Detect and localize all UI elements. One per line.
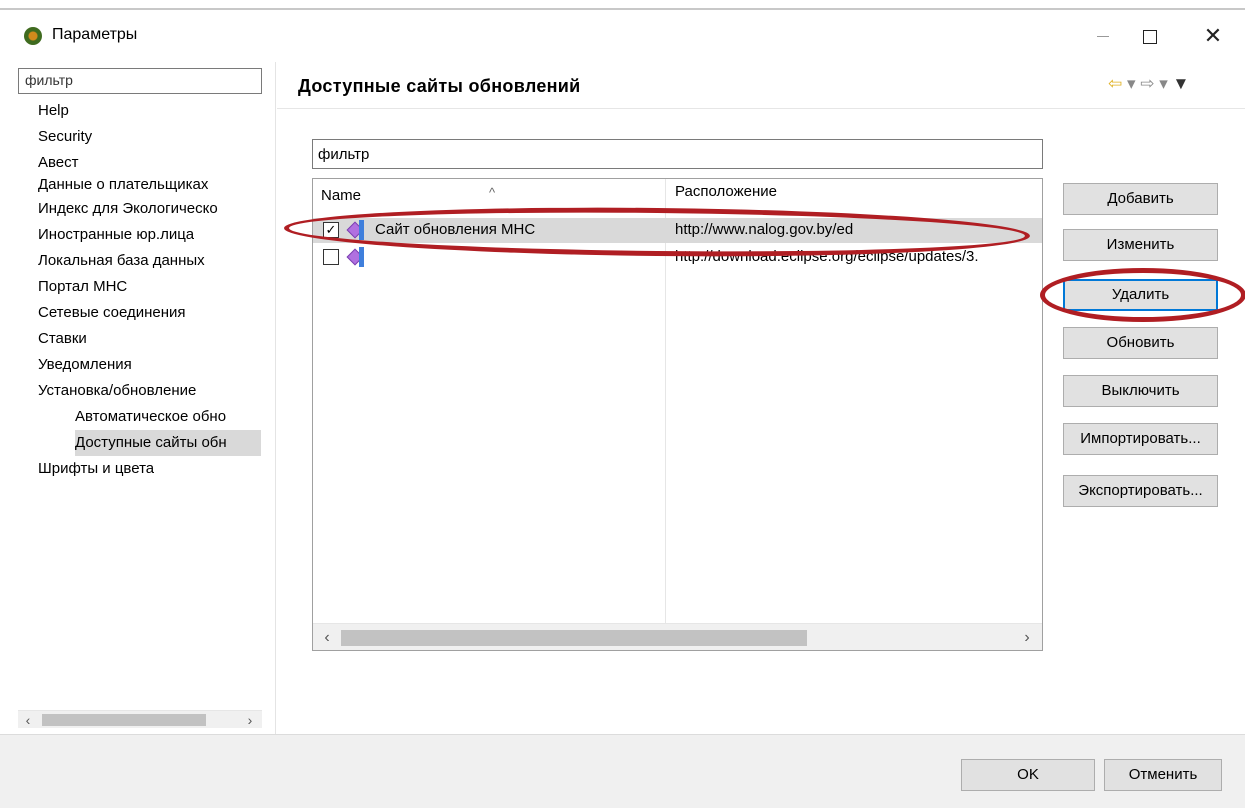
title-bar: Параметры ✕ xyxy=(0,10,1245,62)
site-location-cell: http://download.eclipse.org/eclipse/upda… xyxy=(675,248,979,265)
tree-item[interactable]: Автоматическое обно xyxy=(75,404,261,430)
forward-dropdown-icon[interactable]: ▾ xyxy=(1159,74,1168,93)
scroll-right-icon[interactable]: › xyxy=(242,711,258,729)
tree-item[interactable]: Уведомления xyxy=(38,352,132,378)
scroll-left-icon[interactable]: ‹ xyxy=(20,711,36,729)
view-menu-icon[interactable]: ▼ xyxy=(1173,74,1190,93)
edit-site-button[interactable]: Изменить xyxy=(1063,229,1218,261)
tree-item[interactable]: Шрифты и цвета xyxy=(38,456,154,482)
disable-site-button[interactable]: Выключить xyxy=(1063,375,1218,407)
remove-site-button[interactable]: Удалить xyxy=(1063,279,1218,311)
site-enabled-checkbox[interactable] xyxy=(323,249,339,265)
add-site-button[interactable]: Добавить xyxy=(1063,183,1218,215)
table-horizontal-scrollbar[interactable]: ‹ › xyxy=(313,623,1042,650)
scroll-left-icon[interactable]: ‹ xyxy=(319,624,335,650)
tree-item[interactable]: Локальная база данных xyxy=(38,248,205,274)
tree-item[interactable]: Данные о плательщиках xyxy=(38,172,208,198)
column-header-location[interactable]: Расположение xyxy=(675,183,777,200)
window-title: Параметры xyxy=(52,26,138,43)
update-sites-table: Name ^ Расположение ✓ Сайт обновления МН… xyxy=(312,178,1043,651)
tree-item[interactable]: Доступные сайты обн xyxy=(75,430,261,456)
dialog-button-bar: OK Отменить xyxy=(0,734,1245,808)
tree-scroll-thumb[interactable] xyxy=(42,714,206,726)
site-enabled-checkbox[interactable]: ✓ xyxy=(323,222,339,238)
tree-item[interactable]: Security xyxy=(38,124,92,150)
table-scroll-thumb[interactable] xyxy=(341,630,807,646)
tree-item[interactable]: Портал МНС xyxy=(38,274,127,300)
tree-item[interactable]: Ставки xyxy=(38,326,87,352)
minimize-button[interactable] xyxy=(1080,20,1126,52)
close-icon[interactable]: ✕ xyxy=(1190,20,1236,52)
preferences-window: Параметры ✕ фильтр Help Security Авест Данн… xyxy=(0,0,1245,808)
tree-item[interactable]: Индекс для Экологическо xyxy=(38,196,218,222)
column-header-name-label: Name xyxy=(321,187,362,204)
import-sites-button[interactable]: Импортировать... xyxy=(1063,423,1218,455)
table-row[interactable]: ✓ Сайт обновления МНС http://www.nalog.g… xyxy=(313,218,1042,243)
tree-item[interactable]: Сетевые соединения xyxy=(38,300,186,326)
tree-item[interactable]: Help xyxy=(38,98,69,124)
sort-ascending-icon: ^ xyxy=(489,185,496,200)
tree-item[interactable]: Иностранные юр.лица xyxy=(38,222,194,248)
back-dropdown-icon[interactable]: ▾ xyxy=(1127,74,1136,93)
maximize-button[interactable] xyxy=(1126,20,1172,52)
column-header-name[interactable]: Name ^ xyxy=(321,185,495,204)
page-title: Доступные сайты обновлений xyxy=(298,76,581,96)
update-site-icon xyxy=(347,247,367,267)
site-location-cell: http://www.nalog.gov.by/ed xyxy=(675,221,854,238)
check-icon: ✓ xyxy=(325,222,337,237)
tree-horizontal-scrollbar[interactable]: ‹ › xyxy=(18,710,262,728)
title-separator xyxy=(277,108,1245,109)
table-row[interactable]: http://download.eclipse.org/eclipse/upda… xyxy=(313,245,1042,270)
tree-item[interactable]: Установка/обновление xyxy=(38,378,196,404)
site-name-cell: Сайт обновления МНС xyxy=(375,221,536,238)
forward-arrow-icon[interactable]: ⇨ xyxy=(1140,74,1154,93)
app-icon xyxy=(24,27,42,45)
sites-filter-input[interactable]: фильтр xyxy=(312,139,1043,169)
update-site-icon xyxy=(347,220,367,240)
ok-button[interactable]: OK xyxy=(961,759,1095,791)
export-sites-button[interactable]: Экспортировать... xyxy=(1063,475,1218,507)
scroll-right-icon[interactable]: › xyxy=(1019,624,1035,650)
preferences-tree-pane: фильтр Help Security Авест Данные о платель… xyxy=(0,62,276,734)
refresh-site-button[interactable]: Обновить xyxy=(1063,327,1218,359)
back-arrow-icon[interactable]: ⇦ xyxy=(1108,74,1122,93)
tree-filter-input[interactable]: фильтр xyxy=(18,68,262,94)
cancel-button[interactable]: Отменить xyxy=(1104,759,1222,791)
page-navigation: ⇦ ▾ ⇨ ▾ ▼ xyxy=(1108,74,1189,94)
